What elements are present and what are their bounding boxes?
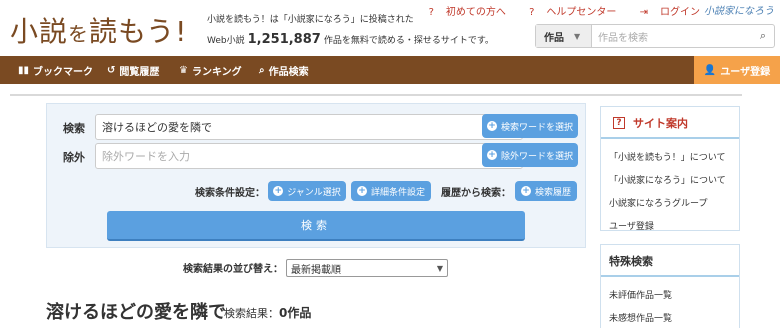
register-label: ユーザ登録	[720, 66, 771, 78]
site-guide-header: ? サイト案内	[601, 107, 739, 139]
register-button[interactable]: 👤 ユーザ登録	[694, 56, 780, 84]
novel-count: 1,251,887	[247, 32, 321, 47]
first-time-label: 初めての方へ	[445, 7, 506, 18]
sidebar-item-group[interactable]: 小説家になろうグループ	[601, 191, 739, 214]
sidebar-item-unrated[interactable]: 未評価作品一覧	[601, 283, 739, 306]
logo-text-main: 小説	[10, 15, 69, 48]
keyword-input[interactable]: 溶けるほどの愛を隣で	[95, 114, 523, 140]
search-history-button[interactable]: + 検索履歴	[515, 181, 577, 201]
site-guide-title: サイト案内	[633, 117, 688, 130]
logo-text-end: 読もう!	[89, 15, 188, 48]
result-count: 0作品	[279, 306, 312, 320]
keyword-label: 検索	[63, 122, 85, 135]
special-search-header: 特殊検索	[601, 245, 739, 277]
login-link[interactable]: ⇥ ログイン	[630, 7, 700, 18]
nav-history[interactable]: ↺ 閲覧履歴	[107, 56, 159, 84]
search-icon[interactable]: ⌕	[752, 25, 774, 47]
history-search-label: 履歴から検索：	[441, 188, 511, 199]
sidebar-item-register[interactable]: ユーザ登録	[601, 214, 739, 237]
select-keyword-label: 検索ワードを選択	[500, 122, 573, 133]
nav-ranking[interactable]: ♛ ランキング	[179, 56, 242, 84]
top-links: ? 初めての方へ ? ヘルプセンター ⇥ ログイン	[409, 3, 700, 18]
site-logo[interactable]: 小説を読もう!	[10, 10, 187, 50]
select-keyword-button[interactable]: + 検索ワードを選択	[482, 114, 578, 138]
search-history-label: 検索履歴	[534, 187, 571, 198]
result-meta-label: 検索結果：	[224, 307, 279, 320]
narou-brand-link[interactable]: 小説家になろう	[704, 2, 774, 17]
plus-icon: +	[486, 149, 497, 160]
sidebar-item-about-yomou[interactable]: 「小説を読もう！」について	[601, 145, 739, 168]
exclude-input[interactable]: 除外ワードを入力	[95, 143, 523, 169]
sort-select[interactable]: 最新掲載順 ▼	[286, 259, 448, 277]
detail-condition-label: 詳細条件設定	[370, 187, 425, 198]
first-time-link[interactable]: ? 初めての方へ	[419, 7, 506, 18]
genre-select-label: ジャンル選択	[287, 187, 341, 198]
plus-icon: +	[520, 185, 531, 196]
search-panel: 検索 溶けるほどの愛を隣で + 検索ワードを選択 除外 除外ワードを入力 + 除外ワ…	[46, 103, 586, 248]
bookmark-icon: ▮▮	[18, 64, 30, 76]
site-guide-box: ? サイト案内 「小説を読もう！」について 「小説家になろう」について 小説家にな…	[600, 106, 740, 232]
header-search-input[interactable]: 作品を検索	[592, 25, 752, 47]
sort-select-value: 最新掲載順	[291, 264, 341, 276]
site-header: 小説を読もう! 小説を読もう！は「小説家になろう」に投稿された Web小説 1,2…	[0, 0, 780, 56]
search-submit-button[interactable]: 検索	[107, 211, 525, 241]
crown-icon: ♛	[179, 64, 188, 76]
plus-icon: +	[486, 120, 497, 131]
genre-select-button[interactable]: + ジャンル選択	[268, 181, 346, 201]
question-circle-icon: ?	[529, 7, 535, 18]
header-search: 作品 ▼ 作品を検索 ⌕	[535, 24, 775, 48]
detail-condition-button[interactable]: + 詳細条件設定	[351, 181, 431, 201]
result-meta: 検索結果：0作品	[224, 304, 311, 321]
help-label: ヘルプセンター	[546, 7, 617, 18]
sort-label: 検索結果の並び替え：	[183, 264, 283, 275]
divider	[10, 94, 742, 96]
nav-history-label: 閲覧履歴	[119, 66, 160, 78]
nav-search[interactable]: ⌕ 作品検索	[259, 56, 309, 84]
chevron-down-icon: ▼	[574, 31, 581, 41]
history-icon: ↺	[107, 64, 116, 76]
search-type-value: 作品	[544, 32, 564, 44]
sidebar-item-no-review[interactable]: 未感想作品一覧	[601, 306, 739, 328]
help-link[interactable]: ? ヘルプセンター	[519, 7, 616, 18]
plus-icon: +	[273, 185, 284, 196]
search-icon: ⌕	[259, 64, 265, 76]
result-title: 溶けるほどの愛を隣で	[46, 302, 226, 323]
question-icon: ?	[428, 7, 434, 18]
question-icon: ?	[613, 117, 625, 129]
select-exclude-label: 除外ワードを選択	[500, 151, 573, 162]
logo-text-small: を	[68, 22, 90, 46]
exclude-label: 除外	[63, 151, 85, 164]
select-exclude-button[interactable]: + 除外ワードを選択	[482, 143, 578, 167]
condition-label: 検索条件設定：	[195, 188, 265, 199]
special-search-box: 特殊検索 未評価作品一覧 未感想作品一覧	[600, 244, 740, 328]
plus-icon: +	[356, 185, 367, 196]
nav-search-label: 作品検索	[268, 66, 309, 78]
tagline-prefix: Web小説	[207, 36, 245, 46]
tagline-count-line: Web小説 1,251,887 作品を無料で読める・探せるサイトです。	[207, 32, 494, 47]
nav-bookmark[interactable]: ▮▮ ブックマーク	[18, 56, 93, 84]
search-type-select[interactable]: 作品 ▼	[536, 25, 592, 47]
login-icon: ⇥	[639, 7, 648, 18]
chevron-down-icon: ▼	[436, 263, 443, 273]
nav-ranking-label: ランキング	[191, 66, 242, 78]
login-label: ログイン	[660, 7, 700, 18]
tagline-suffix: 作品を無料で読める・探せるサイトです。	[323, 36, 494, 46]
main-nav: ▮▮ ブックマーク ↺ 閲覧履歴 ♛ ランキング ⌕ 作品検索 👤 ユーザ登録	[0, 56, 780, 84]
sidebar-item-about-narou[interactable]: 「小説家になろう」について	[601, 168, 739, 191]
user-icon: 👤	[703, 64, 717, 76]
tagline: 小説を読もう！は「小説家になろう」に投稿された	[207, 15, 414, 25]
nav-bookmark-label: ブックマーク	[33, 66, 94, 78]
